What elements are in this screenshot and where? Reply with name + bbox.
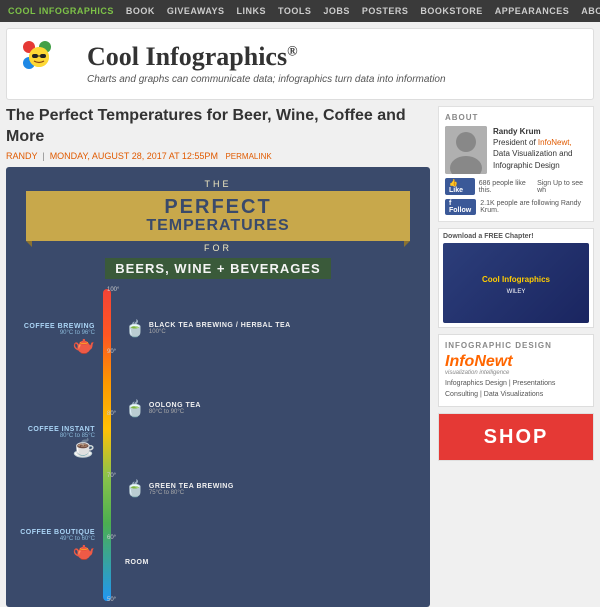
follow-bar: f Follow 2.1K people are following Randy… — [445, 199, 587, 215]
author-photo — [445, 126, 487, 174]
nav-item-bookstore[interactable]: Bookstore — [420, 6, 482, 16]
site-header-text: Cool Infographics® Charts and graphs can… — [87, 43, 446, 85]
about-title: About — [445, 113, 587, 122]
right-column: 🍵 Black Tea Brewing / Herbal Tea 100°C 🍵… — [119, 287, 426, 603]
coffee-boutique-icon: 🫖 — [73, 542, 95, 560]
nav-item-links[interactable]: Links — [237, 6, 267, 16]
oolong-icon: 🍵 — [125, 399, 145, 419]
coffee-instant-icon: ☕ — [73, 439, 95, 457]
chart-body: Coffee Brewing 90°C to 96°C 🫖 Coffee Ins… — [6, 287, 430, 607]
infonewt-logo-accent: Newt — [474, 353, 512, 370]
article-permalink[interactable]: Permalink — [225, 152, 271, 161]
like-button[interactable]: 👍 Like — [445, 178, 475, 195]
about-text: Randy Krum President of InfoNewt, Data V… — [493, 126, 587, 171]
scale-100: 100° — [107, 287, 119, 293]
infonewt-section: Infographic Design InfoNewt visualizatio… — [438, 334, 594, 407]
article-author: Randy — [6, 151, 37, 161]
right-sidebar: About Randy Krum President of InfoNewt, … — [438, 106, 594, 607]
scale-90: 90° — [107, 349, 119, 355]
scale-70: 70° — [107, 473, 119, 479]
navbar: Cool Infographics Book Giveaways Links T… — [0, 0, 600, 22]
nav-item-book[interactable]: Book — [126, 6, 155, 16]
infonewt-services: Infographics Design | Presentations Cons… — [445, 379, 587, 400]
about-desc: Data Visualization and Infographic Desig… — [493, 149, 572, 169]
nav-item-giveaways[interactable]: Giveaways — [167, 6, 225, 16]
infonewt-link[interactable]: InfoNewt, — [538, 138, 572, 147]
left-content: The Perfect Temperatures for Beer, Wine,… — [6, 106, 430, 607]
right-item-green-tea: 🍵 Green Tea Brewing 75°C to 80°C — [125, 479, 426, 499]
article-meta: Randy | Monday, August 28, 2017 at 12:55… — [6, 151, 430, 161]
banner-the: THE — [16, 179, 420, 189]
nav-item-cool[interactable]: Cool Infographics — [8, 6, 114, 16]
right-item-oolong: 🍵 Oolong Tea 80°C to 90°C — [125, 399, 426, 419]
black-tea-icon: 🍵 — [125, 319, 145, 339]
infonewt-service1: Infographics Design | Presentations — [445, 379, 587, 390]
nav-item-about[interactable]: About — [581, 6, 600, 16]
banner: THE PERFECT TEMPERATURES FOR BEERS, WINE… — [6, 167, 430, 287]
main-content: The Perfect Temperatures for Beer, Wine,… — [6, 106, 594, 607]
green-tea-icon: 🍵 — [125, 479, 145, 499]
shop-label: SHOP — [484, 426, 549, 449]
site-logo-icon — [19, 37, 73, 91]
banner-ribbon: PERFECT TEMPERATURES — [26, 191, 410, 241]
infonewt-logo-main: Info — [445, 353, 474, 370]
book-cover[interactable]: Cool Infographics WILEY — [443, 243, 589, 323]
nav-item-posters[interactable]: Posters — [362, 6, 409, 16]
banner-for: FOR — [16, 243, 420, 253]
infographic: THE PERFECT TEMPERATURES FOR BEERS, WINE… — [6, 167, 430, 607]
book-cover-subtitle: WILEY — [478, 289, 554, 295]
article-title: The Perfect Temperatures for Beer, Wine,… — [6, 106, 430, 148]
author-name: Randy Krum — [493, 127, 541, 136]
book-section: Download a FREE Chapter! Cool Infographi… — [438, 228, 594, 328]
left-column: Coffee Brewing 90°C to 96°C 🫖 Coffee Ins… — [10, 287, 95, 603]
infonewt-tagline: visualization intelligence — [445, 370, 587, 376]
coffee-brewing-icon: 🫖 — [73, 336, 95, 354]
banner-beers: BEERS, WINE + BEVERAGES — [105, 258, 330, 279]
like-count: 686 people like this. — [479, 180, 533, 194]
follow-count: 2.1K people are following Randy Krum. — [480, 200, 587, 214]
shop-section[interactable]: SHOP — [438, 413, 594, 461]
nav-item-jobs[interactable]: Jobs — [323, 6, 350, 16]
about-president: President of — [493, 138, 538, 147]
scale-60: 60° — [107, 535, 119, 541]
about-inner: Randy Krum President of InfoNewt, Data V… — [445, 126, 587, 174]
site-tagline: Charts and graphs can communicate data; … — [87, 74, 446, 85]
follow-button[interactable]: f Follow — [445, 199, 476, 215]
scale-80: 80° — [107, 411, 119, 417]
site-title: Cool Infographics® — [87, 43, 446, 72]
article-date: Monday, August 28, 2017 at 12:55PM — [50, 151, 218, 161]
left-item-coffee-boutique: Coffee Boutique 49°C to 60°C 🫖 — [20, 529, 95, 560]
right-item-black-tea: 🍵 Black Tea Brewing / Herbal Tea 100°C — [125, 319, 426, 339]
nav-item-tools[interactable]: Tools — [278, 6, 311, 16]
like-bar: 👍 Like 686 people like this. Sign Up to … — [445, 178, 587, 195]
thermometer-scale: 100° 90° 80° 70° 60° 50° — [107, 287, 119, 603]
left-item-coffee-instant: Coffee Instant 80°C to 85°C ☕ — [28, 426, 95, 457]
infonewt-logo[interactable]: InfoNewt — [445, 354, 587, 370]
site-header: Cool Infographics® Charts and graphs can… — [6, 28, 594, 100]
book-cover-title: Cool Infographics — [478, 271, 554, 289]
nav-item-appearances[interactable]: Appearances — [495, 6, 570, 16]
banner-perfect: PERFECT — [46, 197, 390, 217]
about-section: About Randy Krum President of InfoNewt, … — [438, 106, 594, 222]
right-item-room: Room — [125, 559, 426, 566]
left-item-coffee-brewing: Coffee Brewing 90°C to 96°C 🫖 — [24, 323, 95, 354]
book-download-title: Download a FREE Chapter! — [443, 233, 589, 240]
infonewt-service2: Consulting | Data Visualizations — [445, 390, 587, 401]
infonewt-section-title: Infographic Design — [445, 341, 587, 350]
banner-temperatures: TEMPERATURES — [46, 217, 390, 235]
thermometer-column: 100° 90° 80° 70° 60° 50° — [97, 287, 117, 603]
like-suffix: Sign Up to see wh — [537, 180, 587, 194]
